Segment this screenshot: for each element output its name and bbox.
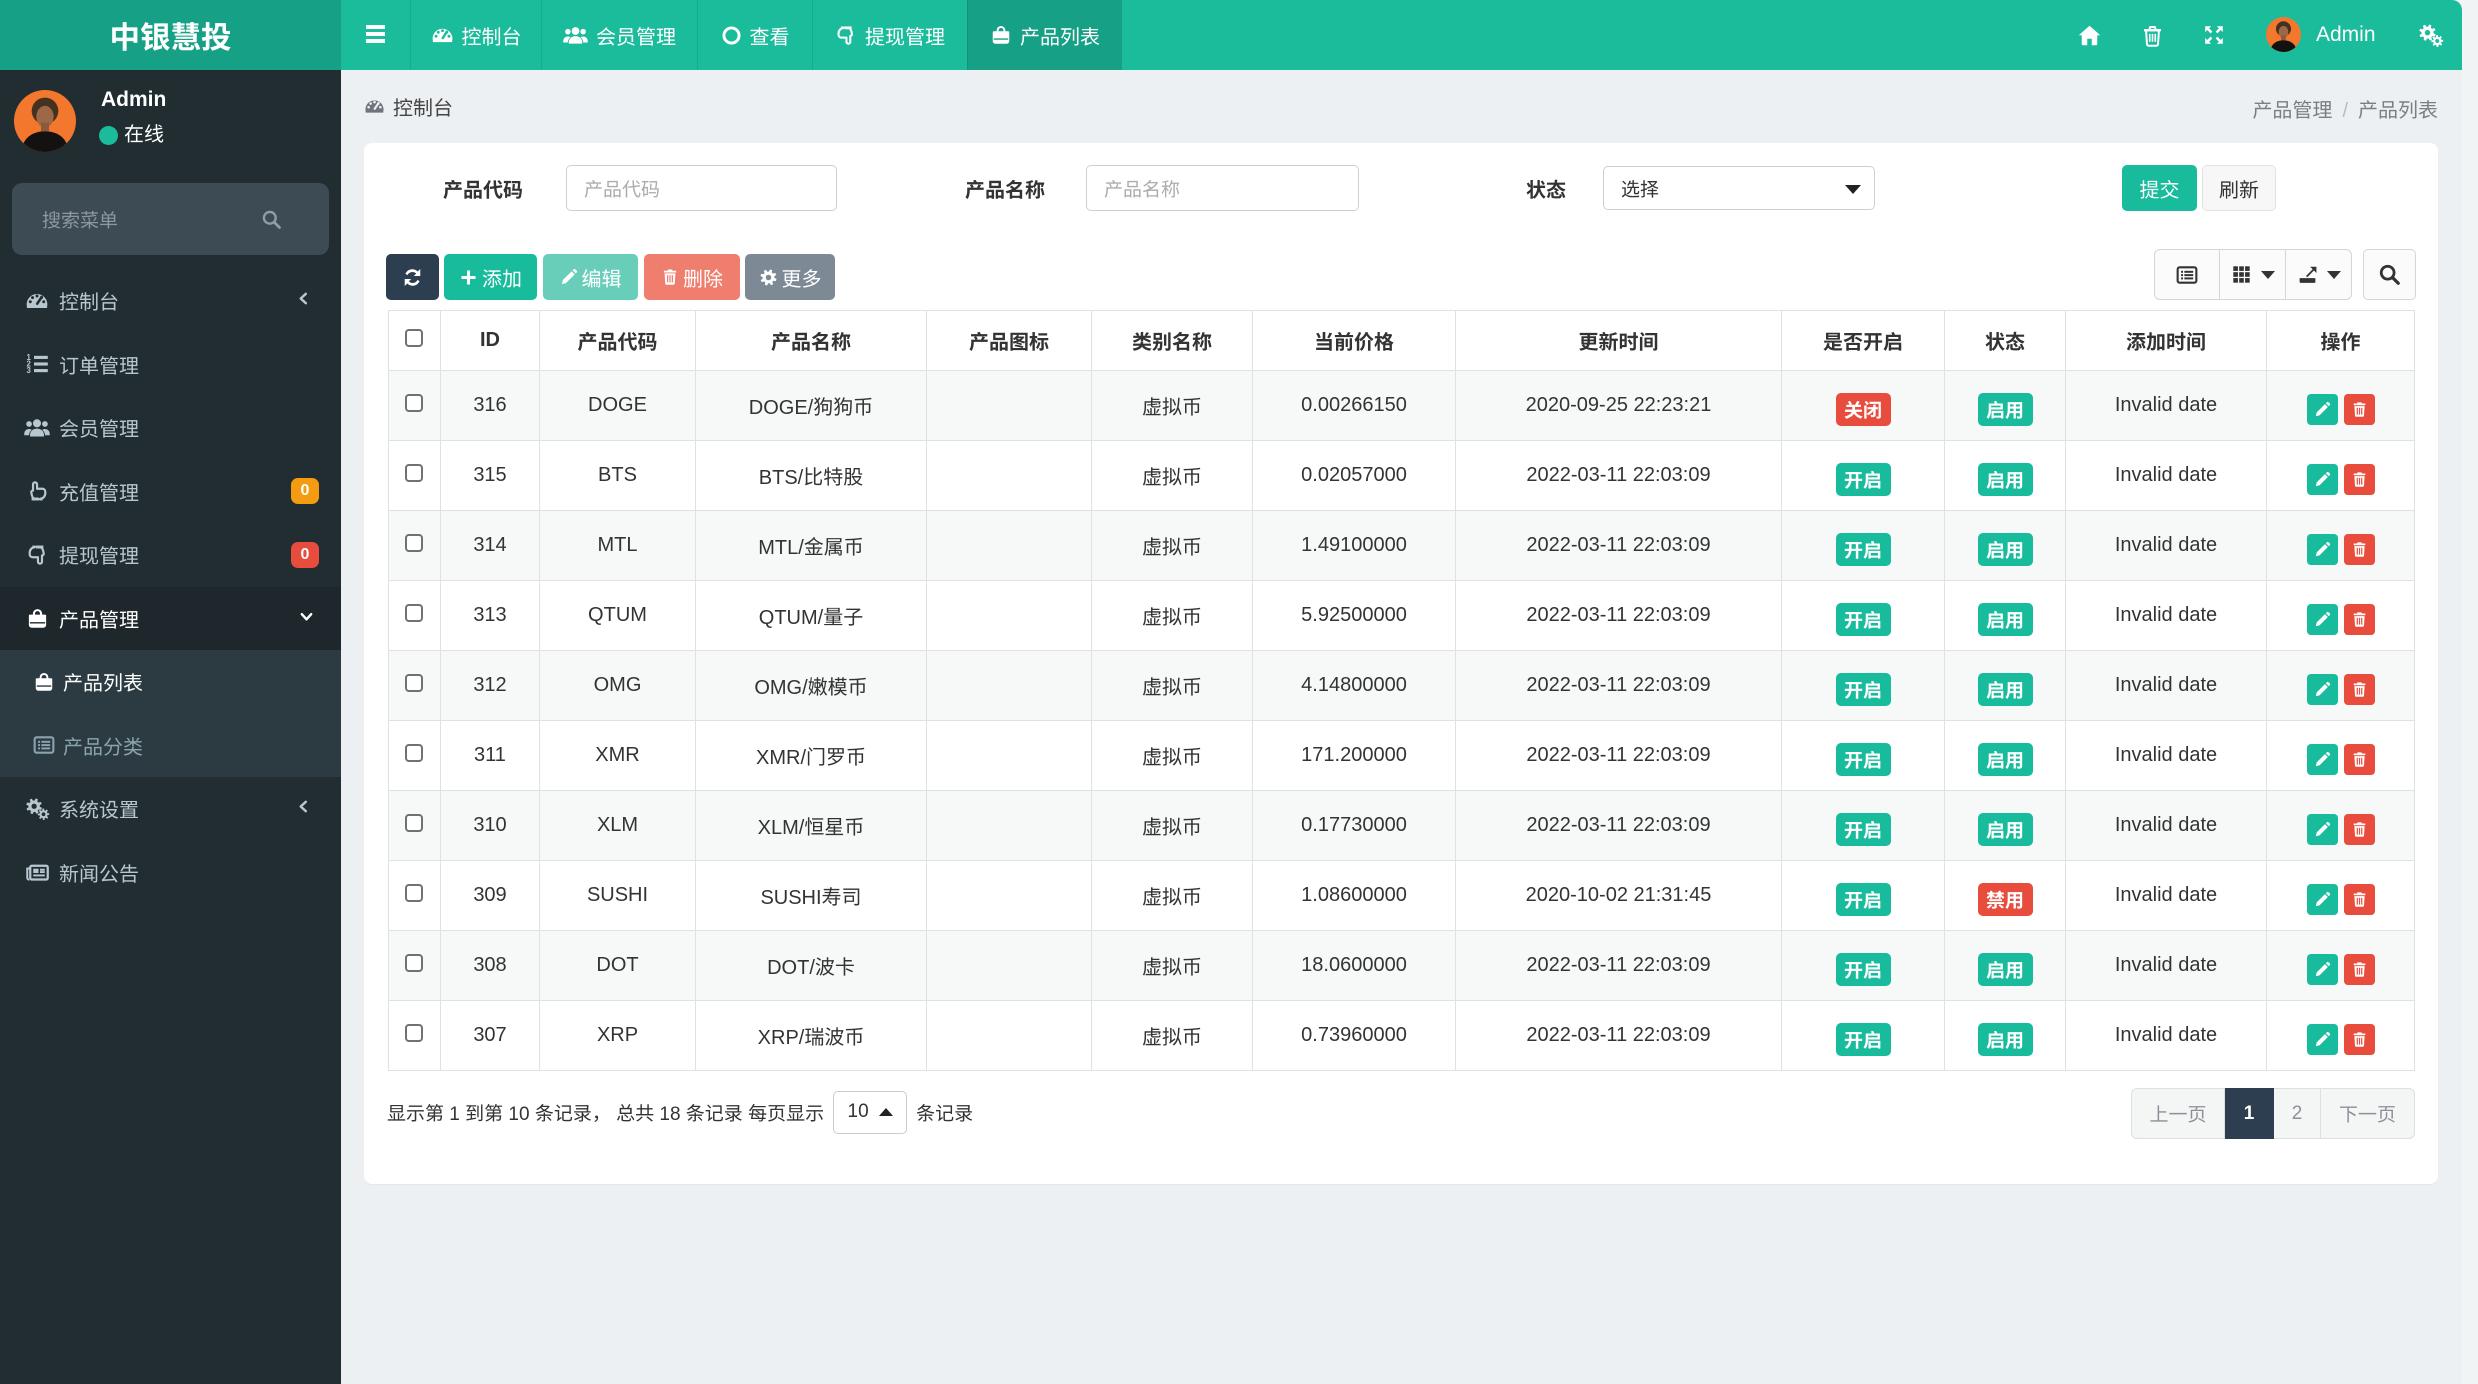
- svg-text:3: 3: [26, 366, 31, 375]
